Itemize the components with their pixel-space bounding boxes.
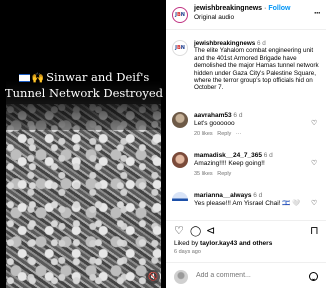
post-time-ago: 6 days ago: [174, 249, 201, 255]
avatar: [174, 270, 188, 284]
reply-button[interactable]: Reply: [217, 171, 231, 177]
comment-text: Amazing!!!! Keep going!!: [194, 159, 265, 167]
comment-text: Yes please!!! Am Yisrael Chai! 🇮🇱 🤍: [194, 199, 301, 207]
video-frame[interactable]: [6, 0, 161, 288]
reply-button[interactable]: Reply: [217, 131, 231, 137]
liked-by-user[interactable]: taylor.kay43: [200, 240, 237, 247]
avatar[interactable]: JBN: [172, 40, 188, 56]
heart-icon[interactable]: ♡: [311, 160, 318, 167]
likes-summary: Liked by taylor.kay43 and others: [174, 240, 273, 247]
add-comment-input[interactable]: [196, 272, 296, 279]
aerial-rubble-image: [6, 104, 161, 288]
raised-hands-icon: 🙌: [31, 73, 45, 84]
audio-label[interactable]: Original audio: [194, 14, 234, 21]
jbn-logo: JBN: [175, 12, 185, 18]
heart-icon[interactable]: ♡: [174, 226, 184, 237]
avatar[interactable]: [172, 192, 188, 208]
post-side-panel: JBN jewishbreakingnews · Follow Original…: [166, 0, 326, 288]
avatar[interactable]: [172, 152, 188, 168]
israel-flag-icon: [18, 74, 30, 82]
header-username[interactable]: jewishbreakingnews: [194, 5, 262, 12]
caption-text: The elite Yahalom combat engineering uni…: [194, 47, 319, 92]
post-header: JBN jewishbreakingnews · Follow Original…: [166, 0, 326, 30]
heart-icon[interactable]: ♡: [311, 200, 318, 207]
comment-text: Let's goooooo: [194, 119, 235, 127]
heart-icon[interactable]: ♡: [311, 120, 318, 127]
paper-plane-icon[interactable]: ⊲: [206, 226, 215, 237]
comment-username[interactable]: aavraham53: [194, 112, 232, 119]
mute-icon[interactable]: 🔇: [146, 270, 160, 284]
caption-username[interactable]: jewishbreakingnews: [194, 40, 255, 47]
video-panel[interactable]: 🙌 Sinwar and Deif's Tunnel Network Destro…: [0, 0, 166, 288]
comment-likes[interactable]: 35 likes: [194, 171, 213, 177]
follow-button[interactable]: Follow: [268, 5, 290, 12]
emoji-icon[interactable]: [309, 272, 318, 281]
more-options-icon[interactable]: ···: [314, 8, 321, 18]
comment-likes[interactable]: 20 likes: [194, 131, 213, 137]
comment-username[interactable]: marianna__always: [194, 192, 251, 199]
bookmark-icon[interactable]: ⊓: [310, 226, 319, 237]
comment-more-icon[interactable]: ···: [236, 131, 242, 137]
caption-time: 6 d: [257, 40, 266, 47]
avatar[interactable]: [172, 112, 188, 128]
comment-icon[interactable]: ◯: [190, 226, 201, 237]
jbn-logo: JBN: [175, 45, 185, 51]
avatar[interactable]: JBN: [172, 7, 188, 23]
video-overlay-title: 🙌 Sinwar and Deif's Tunnel Network Destro…: [4, 70, 164, 100]
post-actions-bar: ♡ ◯ ⊲ ⊓: [166, 220, 326, 237]
comment-username[interactable]: mamadisk__24_7_365: [194, 152, 262, 159]
add-comment-row: [166, 262, 326, 288]
